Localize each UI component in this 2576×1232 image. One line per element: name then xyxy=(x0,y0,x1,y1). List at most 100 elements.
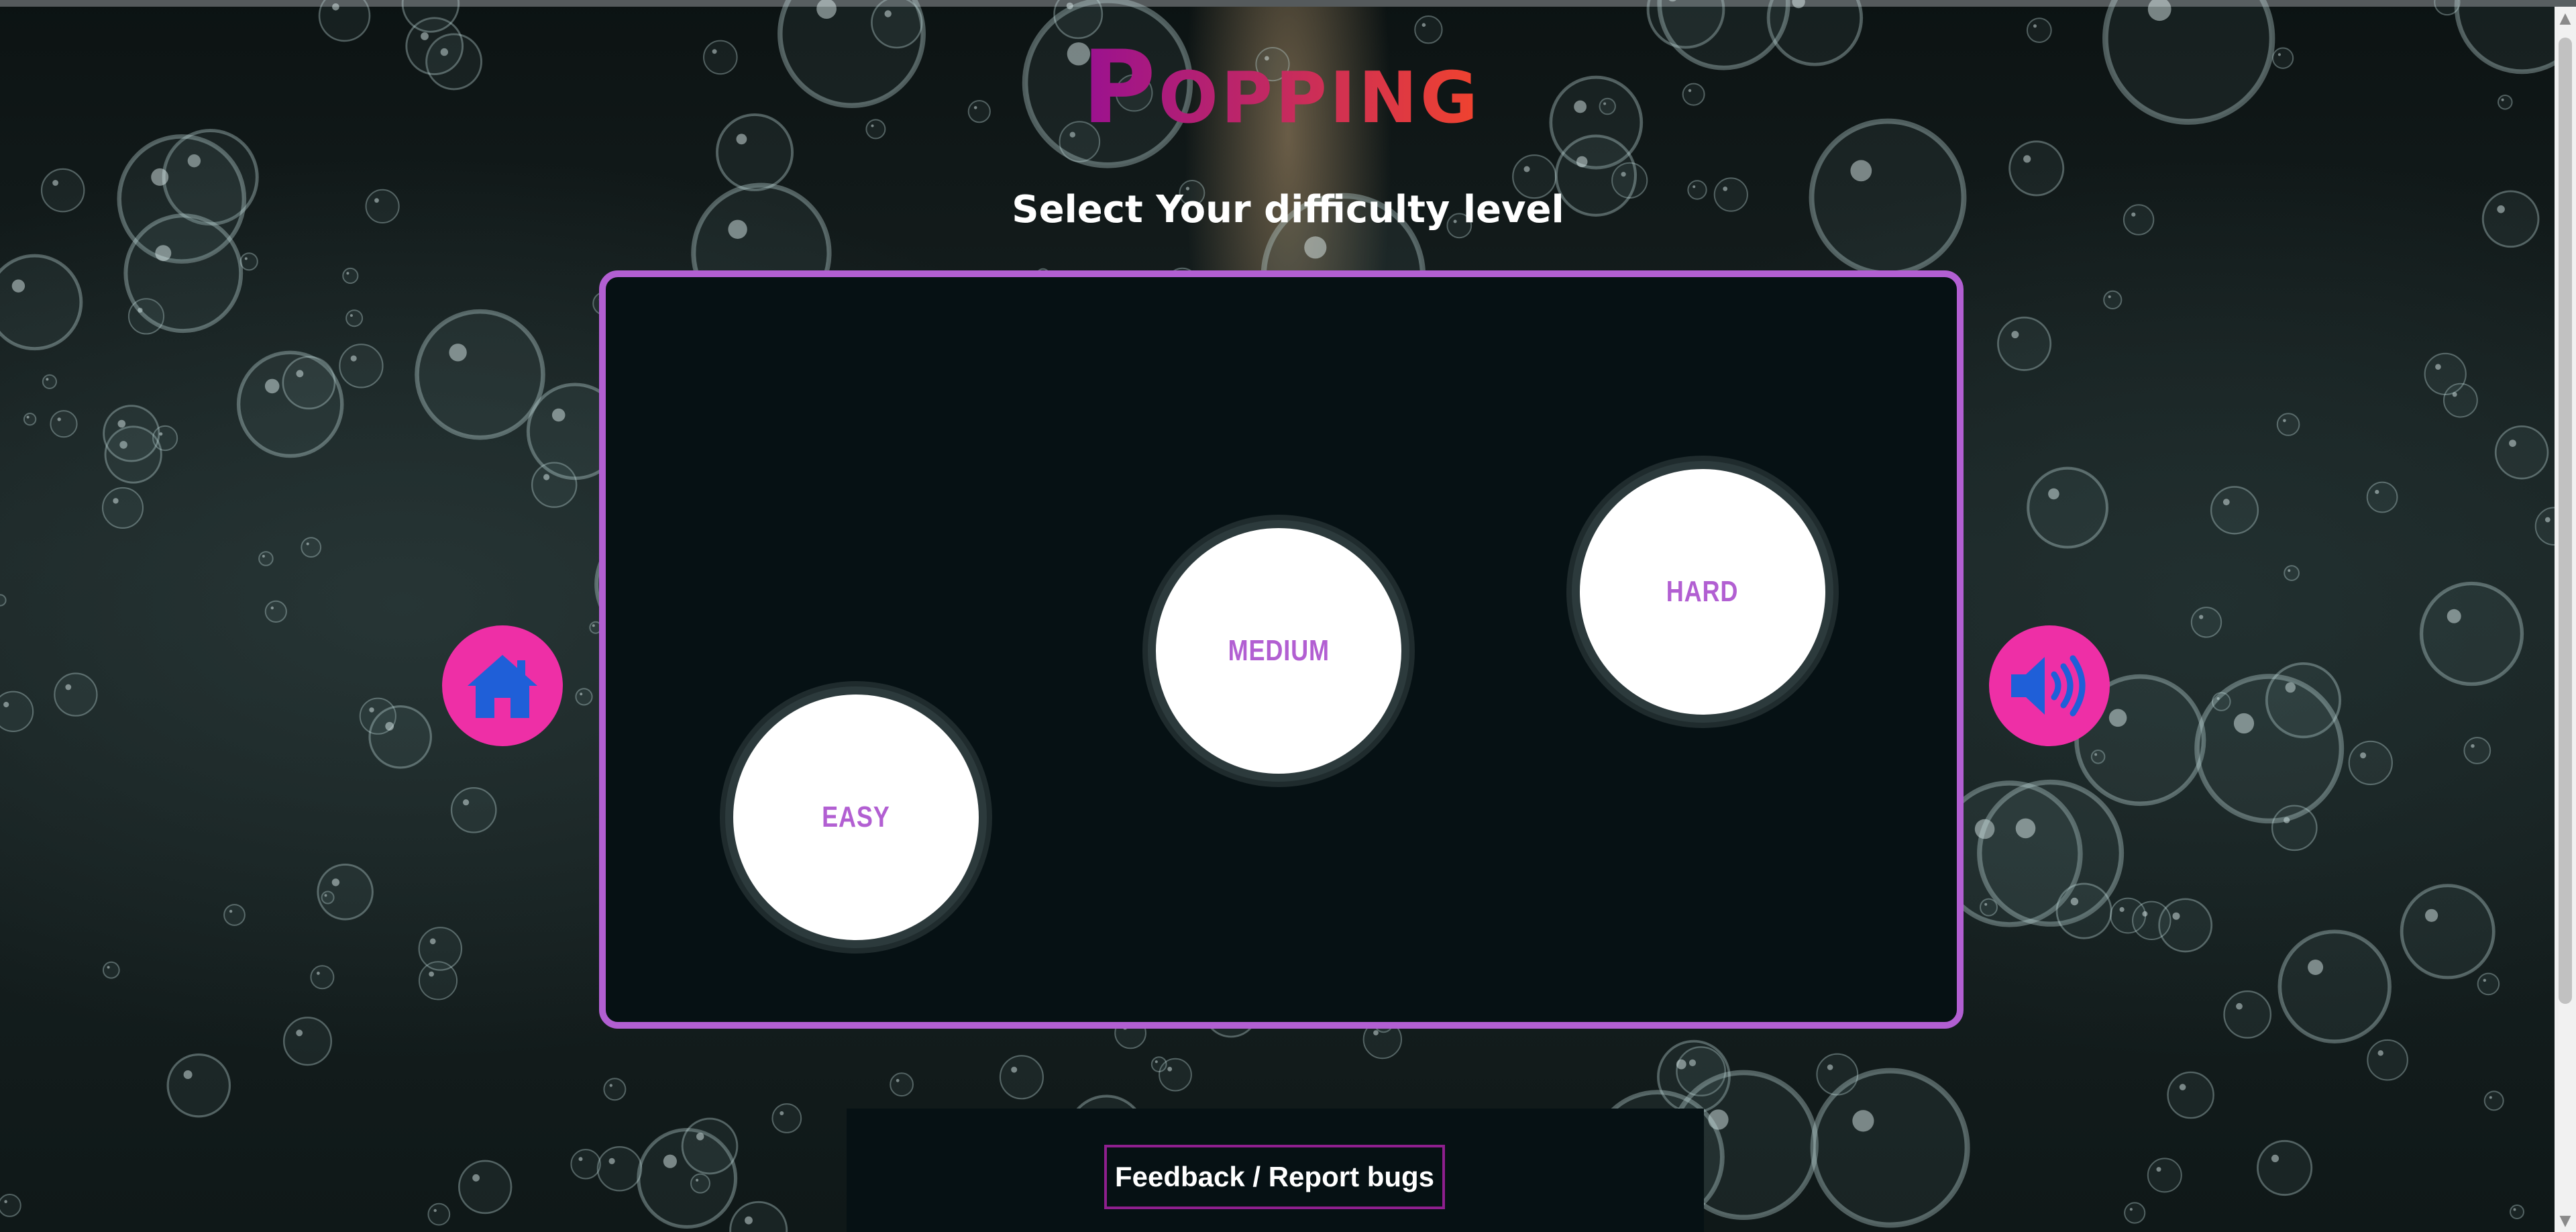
background-bubble xyxy=(1687,180,1707,200)
bubble-highlight xyxy=(117,419,126,428)
bubble-highlight xyxy=(1984,903,1988,906)
vertical-scrollbar[interactable]: ▲ ▼ xyxy=(2555,7,2576,1232)
background-bubble xyxy=(2103,290,2123,309)
background-bubble xyxy=(570,1149,601,1180)
bubble-highlight xyxy=(1693,185,1696,189)
bubble-highlight xyxy=(155,245,172,262)
bubble-highlight xyxy=(1852,1110,1874,1132)
bubble-highlight xyxy=(346,272,350,275)
background-bubble xyxy=(2147,1158,2182,1193)
background-bubble xyxy=(345,309,364,327)
background-bubble xyxy=(681,1117,739,1175)
background-bubble xyxy=(318,0,371,42)
bubble-highlight xyxy=(1523,166,1530,172)
bubble-highlight xyxy=(1155,1060,1158,1064)
bubble-highlight xyxy=(2513,1208,2516,1211)
bubble-highlight xyxy=(331,878,340,886)
bubble-highlight xyxy=(4,1200,7,1203)
background-bubble xyxy=(0,254,83,351)
bubble-highlight xyxy=(421,32,429,40)
background-bubble xyxy=(871,0,923,49)
bubble-highlight xyxy=(332,3,339,11)
bubble-highlight xyxy=(2288,569,2291,572)
background-bubble xyxy=(2190,607,2222,638)
background-bubble xyxy=(103,405,160,462)
bubble-highlight xyxy=(26,415,30,419)
bubble-highlight xyxy=(2142,911,2148,917)
bubble-highlight xyxy=(663,1154,678,1168)
bubble-highlight xyxy=(270,606,274,610)
bubble-highlight xyxy=(2308,960,2324,975)
bubble-highlight xyxy=(369,707,374,713)
bubble-highlight xyxy=(244,257,248,260)
bubble-highlight xyxy=(1167,1066,1173,1072)
scroll-down-arrow-icon[interactable]: ▼ xyxy=(2555,1212,2576,1231)
bubble-highlight xyxy=(151,168,169,186)
difficulty-board: EASY MEDIUM HARD xyxy=(599,270,1964,1029)
background-bubble xyxy=(2008,140,2065,197)
background-bubble xyxy=(2366,481,2398,513)
scroll-up-arrow-icon[interactable]: ▲ xyxy=(2555,9,2576,28)
bubble-highlight xyxy=(1723,187,1728,191)
easy-level-button[interactable]: EASY xyxy=(725,686,987,948)
game-title: Popping xyxy=(1082,30,1481,141)
bubble-highlight xyxy=(2377,1050,2383,1056)
background-bubble xyxy=(2277,929,2392,1043)
bubble-highlight xyxy=(229,909,233,913)
background-bubble xyxy=(2400,884,2496,980)
hard-level-button[interactable]: HARD xyxy=(1572,461,1833,723)
background-bubble xyxy=(50,410,78,438)
bubble-highlight xyxy=(113,498,119,504)
medium-level-button[interactable]: MEDIUM xyxy=(1148,520,1409,782)
easy-level-label: EASY xyxy=(822,801,890,833)
bubble-highlight xyxy=(2108,709,2127,727)
bubble-highlight xyxy=(2023,155,2031,163)
bubble-highlight xyxy=(3,701,9,708)
bubble-highlight xyxy=(871,124,874,127)
bubble-highlight xyxy=(1676,1059,1686,1070)
sound-toggle-button[interactable] xyxy=(1989,625,2110,746)
scrollbar-thumb[interactable] xyxy=(2559,38,2572,1004)
bubble-highlight xyxy=(736,134,747,145)
bubble-highlight xyxy=(2483,978,2486,982)
background-bubble xyxy=(1657,0,1790,70)
game-logo: Popping xyxy=(1082,30,1481,141)
background-bubble xyxy=(2276,413,2300,436)
background-bubble xyxy=(2494,425,2549,480)
background-bubble xyxy=(368,705,433,769)
bubble-highlight xyxy=(896,1078,900,1082)
bubble-highlight xyxy=(1304,236,1327,259)
background-bubble xyxy=(342,267,359,285)
background-bubble xyxy=(40,168,85,213)
background-bubble xyxy=(282,356,336,410)
bubble-highlight xyxy=(2435,364,2441,370)
page-subtitle: Select Your difficulty level xyxy=(1012,188,1564,232)
feedback-report-bugs-button[interactable]: Feedback / Report bugs xyxy=(1104,1145,1445,1209)
background-bubble xyxy=(317,863,374,921)
background-bubble xyxy=(2367,1039,2408,1081)
bubble-highlight xyxy=(696,1133,704,1141)
background-bubble xyxy=(0,690,34,732)
background-bubble xyxy=(2194,674,2345,824)
bubble-highlight xyxy=(973,106,977,109)
bubble-highlight xyxy=(65,684,72,690)
background-bubble xyxy=(771,1103,802,1133)
bubble-highlight xyxy=(2048,488,2059,500)
bubble-highlight xyxy=(472,1174,480,1182)
bubble-highlight xyxy=(608,1158,615,1164)
bubble-highlight xyxy=(592,624,595,627)
bubble-highlight xyxy=(884,10,892,17)
background-bubble xyxy=(865,119,886,140)
bubble-highlight xyxy=(2222,499,2230,506)
background-bubble xyxy=(2348,740,2393,786)
background-bubble xyxy=(596,1146,643,1192)
background-bubble xyxy=(450,786,497,833)
background-bubble xyxy=(2257,1139,2313,1196)
bubble-highlight xyxy=(429,971,434,977)
bubble-highlight xyxy=(317,972,320,975)
background-bubble xyxy=(2026,17,2052,43)
background-bubble xyxy=(690,1173,710,1194)
home-button[interactable] xyxy=(442,625,563,746)
bubble-highlight xyxy=(578,1157,583,1162)
background-bubble xyxy=(339,344,384,389)
